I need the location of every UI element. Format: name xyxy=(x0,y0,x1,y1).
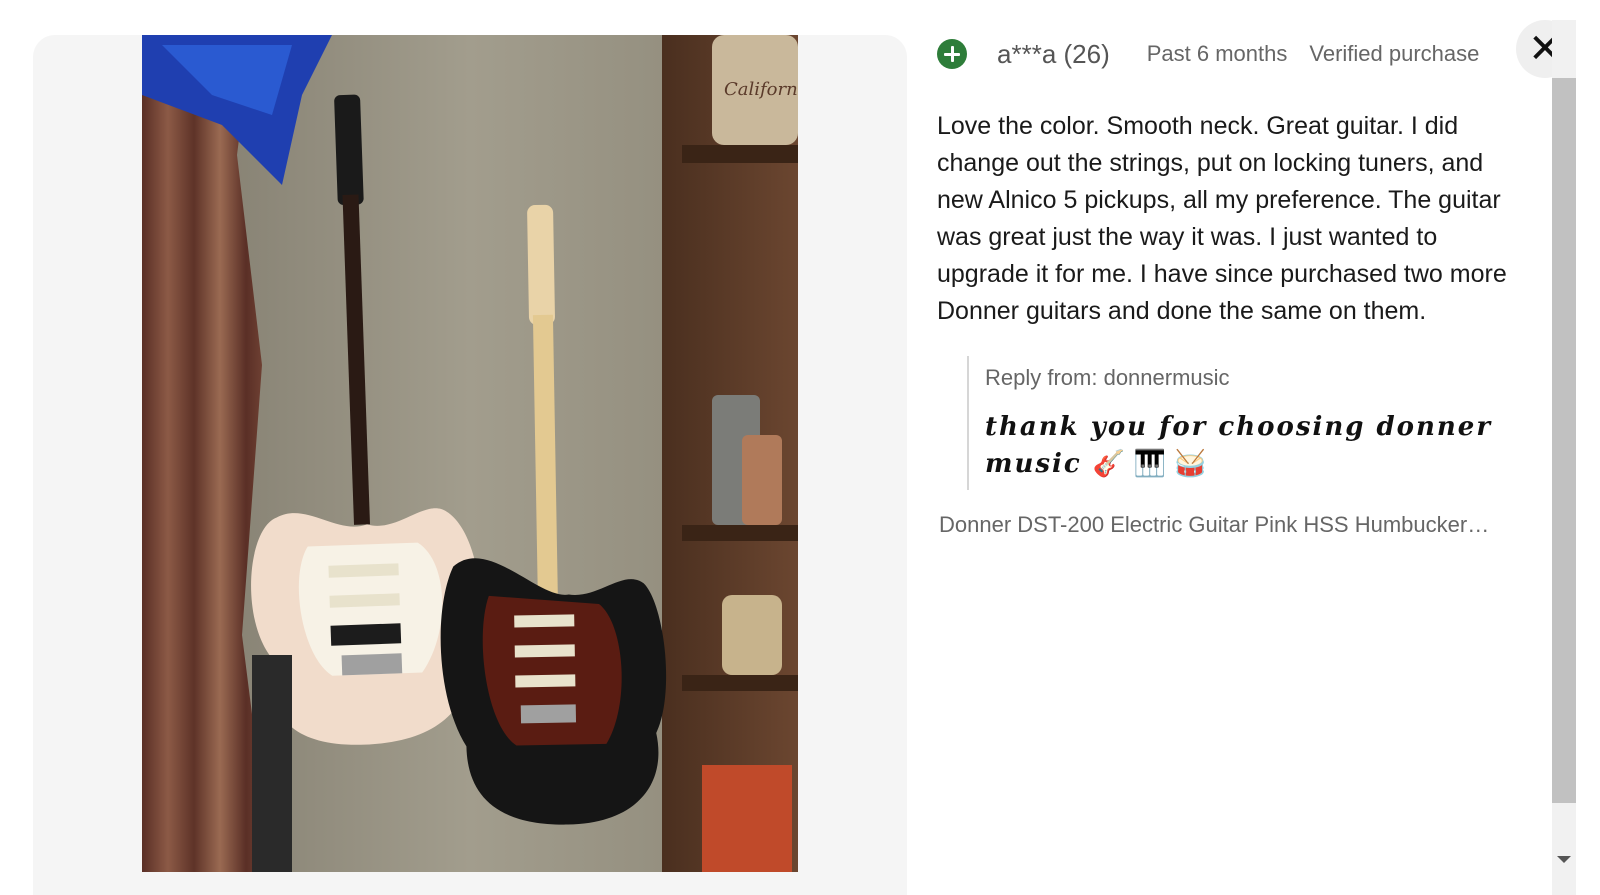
scroll-down-icon[interactable] xyxy=(1557,856,1571,863)
reviewer-name: a***a (26) xyxy=(997,38,1110,69)
reply-emojis: 🎸 🎹 🥁 xyxy=(1092,449,1207,479)
review-photo-illustration: California xyxy=(142,35,798,872)
seller-reply: Reply from: donnermusic thank you for ch… xyxy=(967,356,1507,490)
reply-message: thank you for choosing donner music xyxy=(985,412,1493,479)
add-icon xyxy=(937,39,967,69)
scrollbar[interactable] xyxy=(1552,20,1576,895)
product-link[interactable]: Donner DST-200 Electric Guitar Pink HSS … xyxy=(939,512,1499,538)
verified-purchase-badge: Verified purchase xyxy=(1309,41,1480,66)
review-header: a***a (26) Past 6 months Verified purcha… xyxy=(937,38,1501,70)
reply-text: thank you for choosing donner music 🎸 🎹 … xyxy=(985,409,1507,483)
review-text: Love the color. Smooth neck. Great guita… xyxy=(937,112,1507,325)
reply-label: Reply from: donnermusic xyxy=(985,365,1230,390)
review-panel: a***a (26) Past 6 months Verified purcha… xyxy=(937,0,1552,895)
review-time: Past 6 months xyxy=(1146,41,1288,66)
review-photo[interactable]: California xyxy=(142,35,798,872)
svg-text:California: California xyxy=(724,79,798,100)
scrollbar-thumb[interactable] xyxy=(1552,78,1576,803)
